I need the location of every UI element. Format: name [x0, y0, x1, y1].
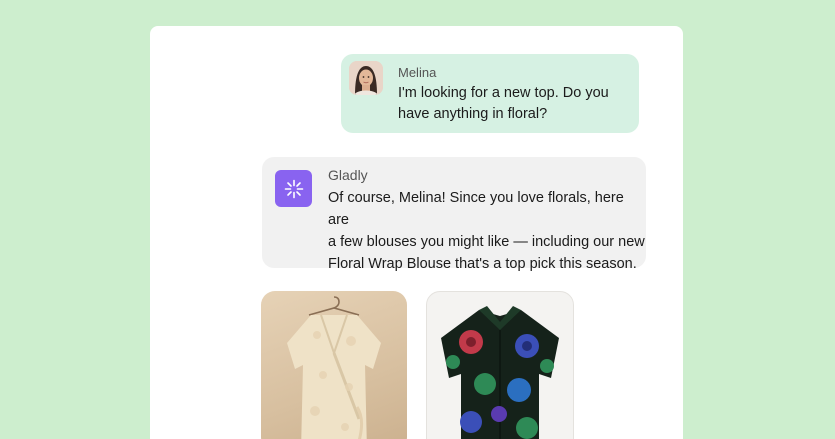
user-sender-name: Melina: [398, 65, 437, 80]
floral-button-shirt-image: [441, 306, 559, 439]
bot-message-line: a few blouses you might like — including…: [328, 234, 645, 250]
user-avatar: [349, 61, 383, 95]
bot-message-line: Of course, Melina! Since you love floral…: [328, 190, 624, 228]
bot-message-bubble: Gladly Of course, Melina! Since you love…: [262, 157, 646, 272]
product-card-floral-shirt[interactable]: [426, 291, 574, 439]
bot-sender-name: Gladly: [328, 167, 368, 183]
gladly-sparkle-icon: [275, 170, 312, 207]
user-message-bubble: Melina I'm looking for a new top. Do you…: [341, 54, 639, 133]
product-card-wrap-blouse[interactable]: [261, 291, 407, 439]
bot-message-line: Floral Wrap Blouse that's a top pick thi…: [328, 256, 637, 272]
bot-message-text: Of course, Melina! Since you love floral…: [328, 187, 646, 275]
user-message-line: have anything in floral?: [398, 106, 548, 122]
user-message-text: I'm looking for a new top. Do you have a…: [398, 83, 609, 125]
chat-panel: Melina I'm looking for a new top. Do you…: [150, 26, 683, 439]
user-message-line: I'm looking for a new top. Do you: [398, 85, 609, 101]
floral-wrap-blouse-image: [287, 296, 381, 439]
